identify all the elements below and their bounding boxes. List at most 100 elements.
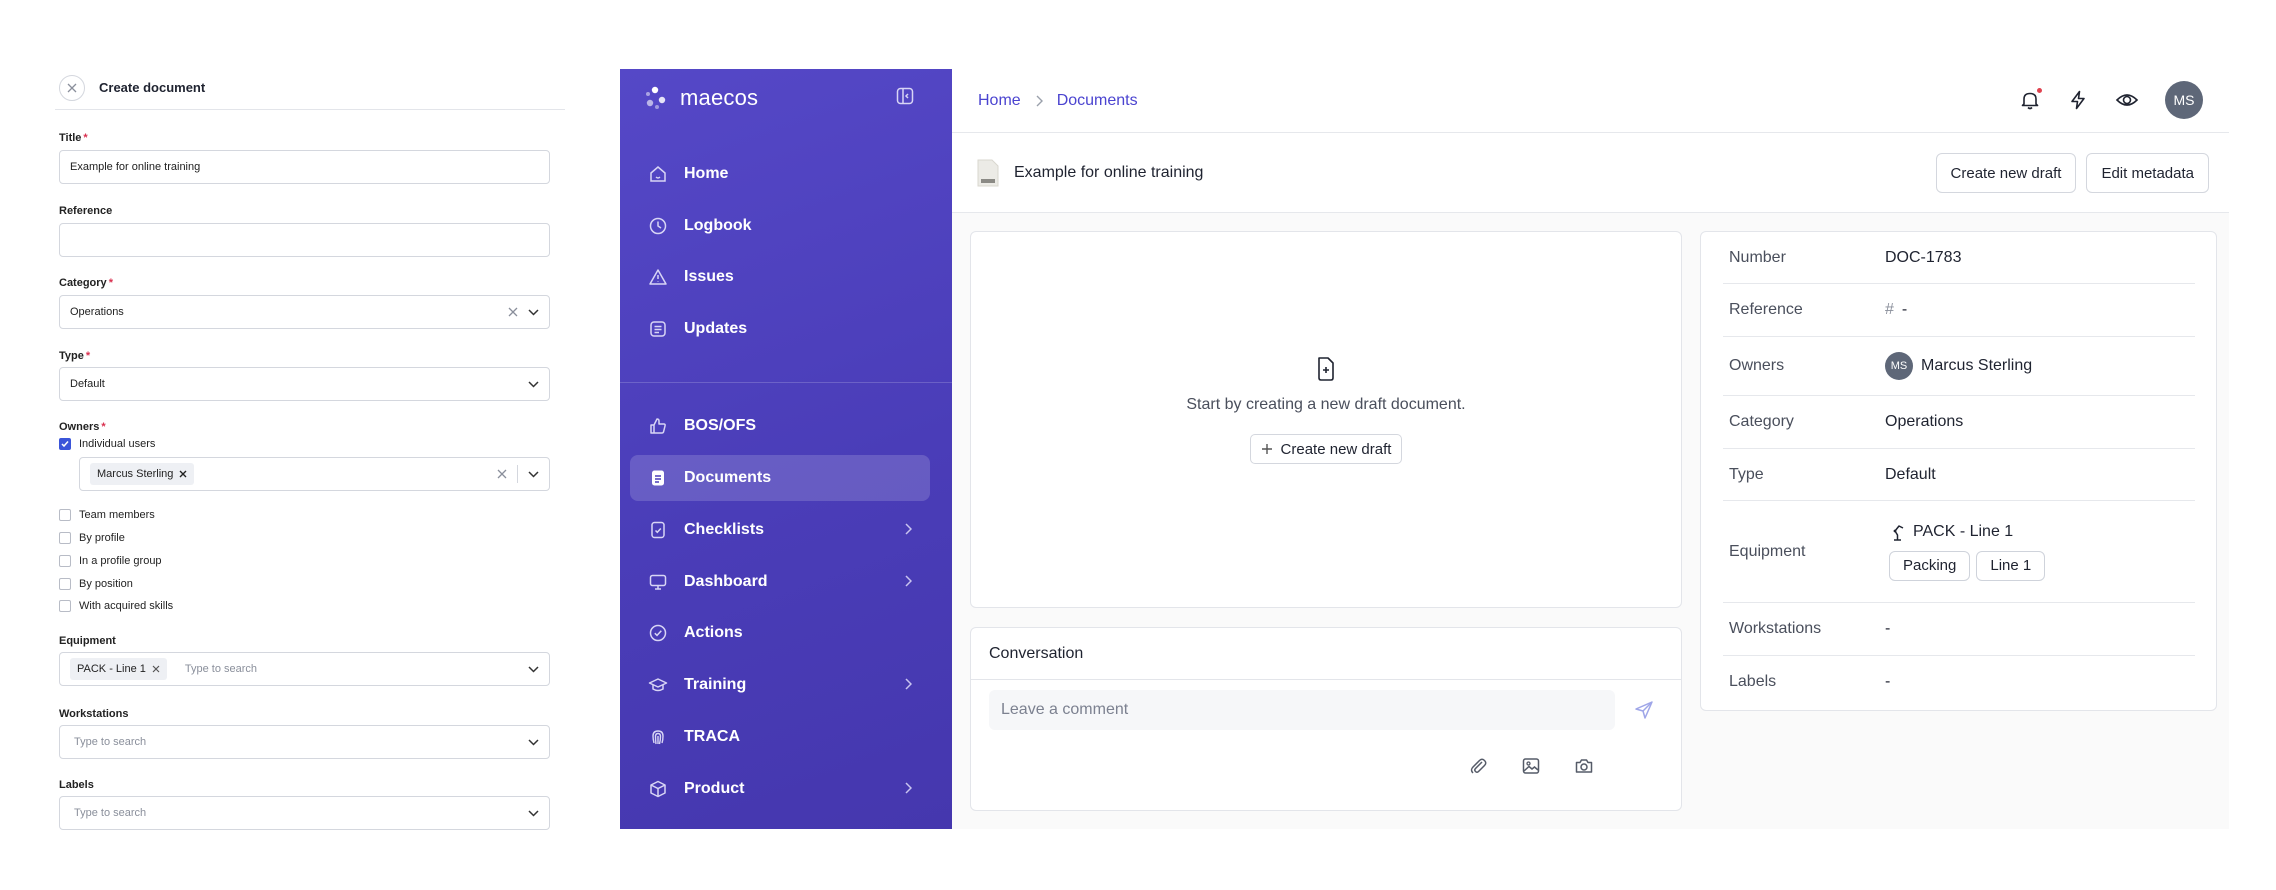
chevron-down-icon[interactable] xyxy=(528,809,539,817)
meta-row-category: Category Operations xyxy=(1723,396,2195,449)
meta-key: Type xyxy=(1729,465,1764,483)
owner-chip: Marcus Sterling xyxy=(90,463,195,485)
sidebar-item-issues[interactable]: Issues xyxy=(630,254,930,300)
checkbox[interactable] xyxy=(59,532,71,544)
equipment-tag[interactable]: Line 1 xyxy=(1976,550,2046,581)
type-select[interactable]: Default xyxy=(59,367,550,401)
chevron-right-icon xyxy=(905,782,912,794)
owner-option-team-members[interactable]: Team members xyxy=(59,509,155,521)
meta-row-number: Number DOC-1783 xyxy=(1723,232,2195,284)
empty-create-draft-button[interactable]: Create new draft xyxy=(1249,434,1403,464)
owner-option-label: With acquired skills xyxy=(79,600,174,612)
hash-icon: # xyxy=(1885,301,1894,318)
equipment-line: PACK - Line 1 xyxy=(1891,523,2013,541)
sidebar-item-bos-ofs[interactable]: BOS/OFS xyxy=(630,403,930,449)
thumbs-up-icon xyxy=(650,418,666,434)
chevron-down-icon[interactable] xyxy=(528,470,539,478)
chevron-right-icon xyxy=(905,575,912,587)
meta-row-labels: Labels - xyxy=(1723,656,2195,708)
sidebar-item-product[interactable]: Product xyxy=(630,766,930,812)
notifications-button[interactable] xyxy=(2019,86,2044,111)
chevron-down-icon[interactable] xyxy=(528,738,539,746)
sidebar-item-documents[interactable]: Documents xyxy=(630,455,930,501)
chevron-right-icon xyxy=(905,523,912,535)
breadcrumb-documents[interactable]: Documents xyxy=(1057,92,1138,110)
equipment-tag[interactable]: Packing xyxy=(1889,550,1971,581)
category-select[interactable]: Operations xyxy=(59,295,550,329)
brand-name: maecos xyxy=(680,85,759,110)
checkbox[interactable] xyxy=(59,600,71,612)
sidebar-item-home[interactable]: Home xyxy=(630,151,930,197)
owner-option-acquired-skills[interactable]: With acquired skills xyxy=(59,600,173,612)
comment-input[interactable] xyxy=(989,690,1615,730)
title-field[interactable]: Example for online training xyxy=(59,150,550,184)
sidebar-item-dashboard[interactable]: Dashboard xyxy=(630,559,930,605)
owner-option-individual-users[interactable]: Individual users xyxy=(59,438,155,450)
take-photo-button[interactable] xyxy=(1574,756,1594,776)
checklist-icon xyxy=(651,521,665,539)
owner-chip-label: Marcus Sterling xyxy=(97,468,174,480)
meta-row-owners: Owners MS Marcus Sterling xyxy=(1723,337,2195,396)
sidebar-item-traca[interactable]: TRACA xyxy=(630,714,930,760)
title-label: Title * xyxy=(59,132,88,144)
reference-field[interactable] xyxy=(59,223,550,257)
owner-option-by-position[interactable]: By position xyxy=(59,578,133,590)
meta-value: Operations xyxy=(1885,413,1964,430)
create-new-draft-button[interactable]: Create new draft xyxy=(1935,153,2077,193)
chevron-down-icon[interactable] xyxy=(528,380,539,388)
owner-option-label: By position xyxy=(79,578,133,590)
send-icon xyxy=(1635,701,1653,719)
owner-name: Marcus Sterling xyxy=(1921,357,2033,374)
meta-key: Equipment xyxy=(1729,542,1806,560)
chevron-down-icon[interactable] xyxy=(528,308,539,316)
owner-avatar: MS xyxy=(1885,352,1913,380)
workstations-select[interactable]: Type to search xyxy=(59,725,550,759)
main-content: Start by creating a new draft document. … xyxy=(952,213,2229,829)
meta-key: Labels xyxy=(1729,673,1777,690)
sidebar-item-training[interactable]: Training xyxy=(630,662,930,708)
sidebar-item-actions[interactable]: Actions xyxy=(630,610,930,656)
meta-key: Number xyxy=(1729,248,1786,266)
sidebar-item-label: Documents xyxy=(684,469,772,486)
send-comment-button[interactable] xyxy=(1634,700,1654,720)
collapse-sidebar-button[interactable] xyxy=(896,87,914,105)
sidebar-item-logbook[interactable]: Logbook xyxy=(630,203,930,249)
checkbox[interactable] xyxy=(59,555,71,567)
attach-image-button[interactable] xyxy=(1521,756,1541,776)
topbar-actions: MS xyxy=(2019,81,2203,119)
user-avatar[interactable]: MS xyxy=(2165,81,2203,119)
owner-option-profile-group[interactable]: In a profile group xyxy=(59,555,162,567)
meta-key: Reference xyxy=(1729,301,1803,318)
edit-metadata-button[interactable]: Edit metadata xyxy=(2086,153,2209,193)
warning-icon xyxy=(649,269,667,285)
attach-file-button[interactable] xyxy=(1468,756,1488,776)
camera-icon xyxy=(1575,759,1593,773)
paperclip-icon xyxy=(1470,758,1487,774)
equipment-select[interactable]: PACK - Line 1 Type to search xyxy=(59,652,550,686)
preview-button[interactable] xyxy=(2115,89,2139,111)
sidebar-item-label: Updates xyxy=(684,320,748,337)
checkbox[interactable] xyxy=(59,578,71,590)
sidebar-item-checklists[interactable]: Checklists xyxy=(630,507,930,553)
owner-option-by-profile[interactable]: By profile xyxy=(59,532,125,544)
checkbox[interactable] xyxy=(59,509,71,521)
breadcrumb-home[interactable]: Home xyxy=(978,92,1021,110)
sidebar-item-updates[interactable]: Updates xyxy=(630,306,930,352)
clear-icon[interactable] xyxy=(497,469,507,479)
close-button[interactable] xyxy=(59,74,85,101)
labels-label: Labels xyxy=(59,779,94,791)
equipment-chip: PACK - Line 1 xyxy=(70,658,167,680)
document-header: Example for online training Create new d… xyxy=(952,133,2229,213)
owners-select[interactable]: Marcus Sterling xyxy=(79,457,550,491)
brand[interactable]: maecos xyxy=(642,85,758,111)
labels-select[interactable]: Type to search xyxy=(59,796,550,830)
meta-value: DOC-1783 xyxy=(1885,248,1962,266)
topbar: Home Documents MS xyxy=(952,69,2229,133)
clear-icon[interactable] xyxy=(508,307,518,317)
remove-chip-icon[interactable] xyxy=(152,665,160,673)
remove-chip-icon[interactable] xyxy=(179,470,187,478)
quick-actions-button[interactable] xyxy=(2067,89,2089,111)
meta-row-reference: Reference # - xyxy=(1723,284,2195,337)
checkbox-checked[interactable] xyxy=(59,438,71,450)
chevron-down-icon[interactable] xyxy=(528,665,539,673)
